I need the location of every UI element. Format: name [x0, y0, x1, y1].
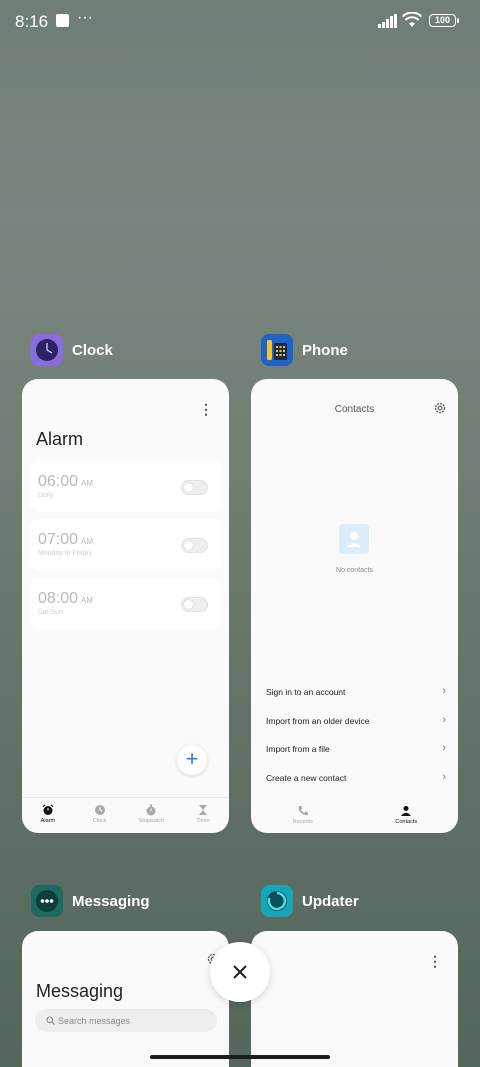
updater-app-header[interactable]: Updater [261, 885, 359, 917]
tab-label: Alarm [40, 818, 56, 824]
alarm-toggle[interactable] [181, 480, 208, 495]
import-older-device-option[interactable]: Import from an older device › [266, 714, 446, 726]
tab-alarm[interactable]: Alarm [22, 798, 74, 833]
alarm-title: Alarm [36, 429, 84, 449]
messaging-app-header[interactable]: Messaging [31, 885, 150, 917]
alarm-repeat: Sat Sun [38, 609, 63, 616]
sign-in-account-option[interactable]: Sign in to an account › [266, 685, 446, 697]
alarm-icon [42, 804, 54, 815]
search-icon [46, 1016, 55, 1025]
signal-icon [378, 14, 397, 28]
tab-recents[interactable]: Recents [251, 799, 355, 833]
messaging-app-name: Messaging [72, 892, 150, 910]
messaging-app-card[interactable]: Messaging Search messages [22, 931, 229, 1067]
phone-app-icon [261, 334, 293, 366]
stopwatch-icon [146, 804, 156, 816]
battery-icon: 100 [429, 14, 459, 27]
alarm-toggle[interactable] [181, 597, 208, 612]
tab-label: Clock [92, 818, 107, 824]
clock-icon [94, 805, 105, 815]
add-alarm-button[interactable]: + [177, 745, 207, 775]
no-contacts-label: No contacts [336, 567, 373, 574]
alarm-item[interactable]: 06:00 AM Daily [29, 461, 223, 512]
phone-app-header[interactable]: Phone [261, 334, 348, 366]
alarm-time: 06:00 [38, 473, 79, 490]
clock-app-header[interactable]: Clock [31, 334, 113, 366]
tab-contacts[interactable]: Contacts [355, 799, 459, 833]
wifi-icon [402, 12, 422, 27]
contact-placeholder-icon [339, 524, 369, 554]
alarm-ampm: AM [81, 479, 94, 488]
alarm-time: 08:00 [38, 590, 79, 607]
tab-label: Contacts [395, 819, 418, 825]
tab-label: Timer [196, 818, 211, 824]
option-label: Create a new contact [266, 773, 347, 783]
more-options-icon[interactable]: ⋮ [428, 953, 442, 970]
tab-stopwatch[interactable]: Stopwatch [126, 798, 178, 833]
alarm-repeat: Daily [38, 492, 54, 499]
clock-app-card[interactable]: ⋮ Alarm 06:00 AM Daily 07:00 AM Monday to … [22, 379, 229, 833]
home-indicator[interactable] [150, 1055, 330, 1059]
alarm-ampm: AM [81, 596, 94, 605]
alarm-ampm: AM [81, 537, 94, 546]
updater-app-name: Updater [302, 892, 359, 910]
alarm-repeat: Monday to Friday [38, 550, 93, 557]
clear-all-button[interactable] [210, 942, 270, 1002]
alarm-time: 07:00 [38, 531, 79, 548]
phone-app-card[interactable]: Contacts No contacts Sign in to an accou… [251, 379, 458, 833]
status-time: 8:16 [15, 12, 49, 31]
phone-icon [298, 806, 308, 816]
tab-clock[interactable]: Clock [74, 798, 126, 833]
search-messages-input[interactable]: Search messages [35, 1009, 217, 1032]
updater-app-card[interactable]: ⋮ [251, 931, 458, 1067]
close-icon [233, 965, 247, 979]
contacts-title: Contacts [334, 404, 375, 415]
create-contact-option[interactable]: Create a new contact › [266, 771, 446, 783]
person-icon [401, 806, 412, 816]
chevron-right-icon: › [442, 714, 446, 726]
alarm-item[interactable]: 08:00 AM Sat Sun [29, 578, 223, 629]
option-label: Import from a file [266, 744, 330, 754]
tab-label: Stopwatch [138, 818, 165, 824]
chevron-right-icon: › [442, 685, 446, 697]
status-bar: 8:16 ··· 100 [0, 0, 480, 44]
notification-icon [56, 14, 69, 27]
tab-timer[interactable]: Timer [177, 798, 229, 833]
option-label: Sign in to an account [266, 687, 346, 697]
messaging-app-icon [31, 885, 63, 917]
timer-icon [199, 805, 208, 815]
option-label: Import from an older device [266, 716, 370, 726]
tab-label: Recents [292, 819, 313, 825]
chevron-right-icon: › [442, 771, 446, 783]
phone-app-name: Phone [302, 341, 348, 359]
settings-gear-icon[interactable] [434, 402, 446, 414]
alarm-toggle[interactable] [181, 538, 208, 553]
messaging-title: Messaging [36, 981, 124, 1001]
phone-bottom-nav: Recents Contacts [251, 799, 458, 833]
import-from-file-option[interactable]: Import from a file › [266, 742, 446, 754]
chevron-right-icon: › [442, 742, 446, 754]
clock-app-icon [31, 334, 63, 366]
updater-app-icon [261, 885, 293, 917]
clock-app-name: Clock [72, 341, 113, 359]
clock-bottom-nav: Alarm Clock Stopwatch Timer [22, 797, 229, 833]
search-placeholder: Search messages [58, 1016, 131, 1026]
more-notifications-icon: ··· [77, 9, 93, 26]
more-options-icon[interactable]: ⋮ [199, 401, 213, 418]
alarm-item[interactable]: 07:00 AM Monday to Friday [29, 519, 223, 570]
